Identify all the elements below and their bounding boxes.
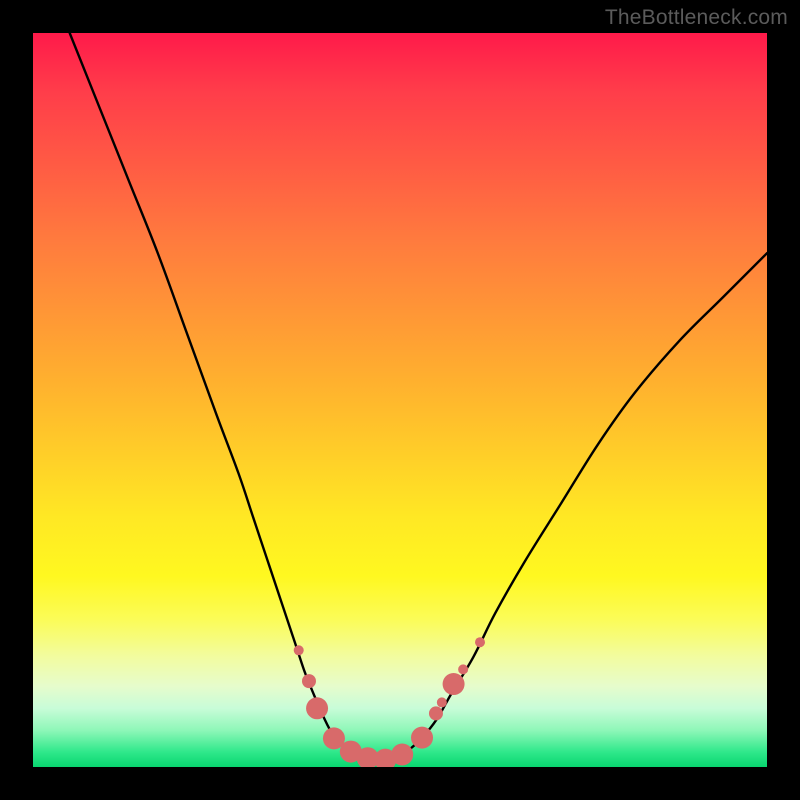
marker-point [391,744,413,766]
chart-svg [33,33,767,767]
curve-right-curve [378,253,767,759]
marker-point [475,637,485,647]
marker-point [411,727,433,749]
chart-area [33,33,767,767]
marker-point [443,673,465,695]
curve-layer [70,33,767,760]
marker-point [306,697,328,719]
marker-point [429,706,443,720]
curve-left-curve [70,33,378,760]
marker-point [294,645,304,655]
marker-point [458,664,468,674]
marker-point [302,674,316,688]
marker-point [437,697,447,707]
watermark-text: TheBottleneck.com [605,6,788,30]
marker-layer [294,637,485,767]
